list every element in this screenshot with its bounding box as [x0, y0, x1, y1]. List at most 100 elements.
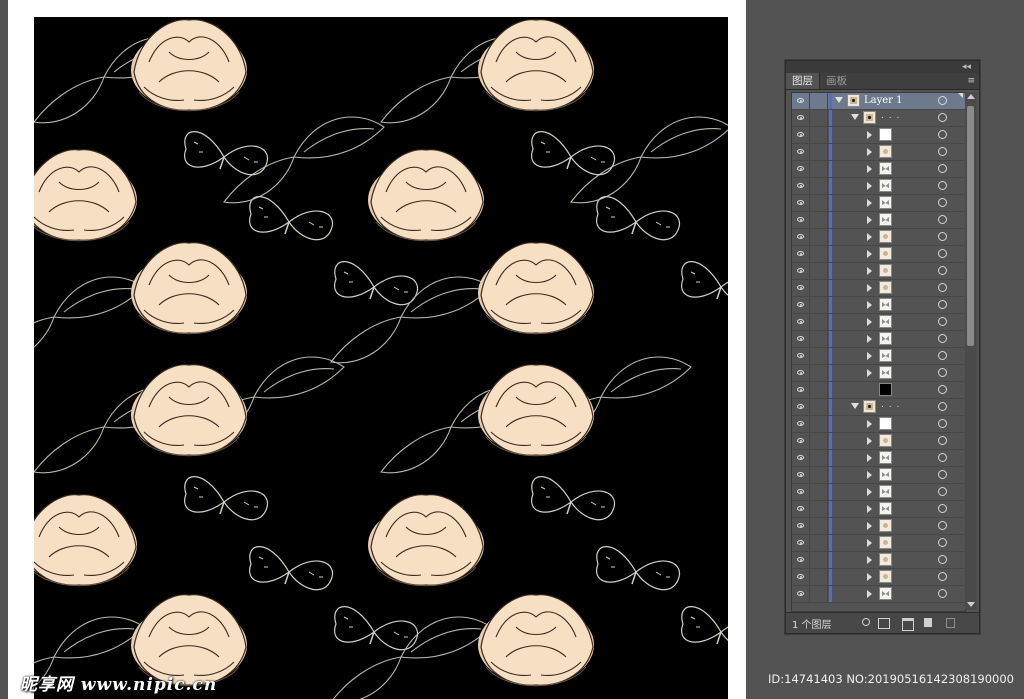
lock-toggle[interactable]: [810, 297, 828, 313]
target-circle-icon[interactable]: [938, 215, 947, 224]
path-row[interactable]: [792, 552, 965, 569]
lock-toggle[interactable]: [810, 552, 828, 568]
lock-toggle[interactable]: [810, 484, 828, 500]
target-circle-icon[interactable]: [938, 334, 947, 343]
expand-right-arrow-icon[interactable]: [867, 590, 872, 598]
target-circle-icon[interactable]: [938, 470, 947, 479]
target-circle-icon[interactable]: [938, 232, 947, 241]
lock-toggle[interactable]: [810, 314, 828, 330]
visibility-eye-icon[interactable]: [792, 314, 810, 330]
path-row[interactable]: [792, 331, 965, 348]
visibility-eye-icon[interactable]: [792, 161, 810, 177]
path-row[interactable]: [792, 229, 965, 246]
target-circle-icon[interactable]: [938, 402, 947, 411]
expand-right-arrow-icon[interactable]: [867, 505, 872, 513]
lock-toggle[interactable]: [810, 535, 828, 551]
visibility-eye-icon[interactable]: [792, 229, 810, 245]
lock-toggle[interactable]: [810, 246, 828, 262]
visibility-eye-icon[interactable]: [792, 433, 810, 449]
lock-toggle[interactable]: [810, 433, 828, 449]
lock-toggle[interactable]: [810, 382, 828, 398]
expand-right-arrow-icon[interactable]: [867, 454, 872, 462]
path-row[interactable]: [792, 416, 965, 433]
expand-right-arrow-icon[interactable]: [867, 471, 872, 479]
expand-right-arrow-icon[interactable]: [867, 165, 872, 173]
target-circle-icon[interactable]: [938, 96, 947, 105]
path-row[interactable]: [792, 297, 965, 314]
target-circle-icon[interactable]: [938, 504, 947, 513]
expand-right-arrow-icon[interactable]: [867, 318, 872, 326]
target-circle-icon[interactable]: [938, 538, 947, 547]
scroll-down-arrow-icon[interactable]: [967, 602, 975, 607]
lock-toggle[interactable]: [810, 195, 828, 211]
path-row[interactable]: [792, 518, 965, 535]
path-row[interactable]: [792, 586, 965, 603]
visibility-eye-icon[interactable]: [792, 467, 810, 483]
lock-toggle[interactable]: [810, 348, 828, 364]
layer-list-scrollbar[interactable]: [965, 92, 977, 610]
path-row[interactable]: [792, 348, 965, 365]
lock-toggle[interactable]: [810, 501, 828, 517]
lock-toggle[interactable]: [810, 110, 828, 126]
visibility-eye-icon[interactable]: [792, 382, 810, 398]
target-circle-icon[interactable]: [938, 147, 947, 156]
expand-down-arrow-icon[interactable]: [851, 403, 859, 409]
expand-right-arrow-icon[interactable]: [867, 182, 872, 190]
path-row[interactable]: [792, 263, 965, 280]
visibility-eye-icon[interactable]: [792, 518, 810, 534]
lock-toggle[interactable]: [810, 518, 828, 534]
layer-name[interactable]: . . .: [881, 400, 900, 410]
lock-toggle[interactable]: [810, 144, 828, 160]
clipping-mask-icon[interactable]: [878, 618, 890, 629]
expand-down-arrow-icon[interactable]: [851, 114, 859, 120]
expand-right-arrow-icon[interactable]: [867, 131, 872, 139]
group-row[interactable]: . . .: [792, 399, 965, 416]
lock-toggle[interactable]: [810, 161, 828, 177]
visibility-eye-icon[interactable]: [792, 144, 810, 160]
target-circle-icon[interactable]: [938, 130, 947, 139]
target-circle-icon[interactable]: [938, 453, 947, 462]
lock-toggle[interactable]: [810, 569, 828, 585]
path-row[interactable]: [792, 569, 965, 586]
layer-name[interactable]: . . .: [881, 111, 900, 121]
path-row[interactable]: [792, 382, 965, 399]
path-row[interactable]: [792, 246, 965, 263]
target-circle-icon[interactable]: [938, 181, 947, 190]
target-circle-icon[interactable]: [938, 300, 947, 309]
visibility-eye-icon[interactable]: [792, 297, 810, 313]
expand-right-arrow-icon[interactable]: [867, 488, 872, 496]
group-row[interactable]: . . .: [792, 110, 965, 127]
expand-right-arrow-icon[interactable]: [867, 522, 872, 530]
lock-toggle[interactable]: [810, 331, 828, 347]
target-circle-icon[interactable]: [938, 164, 947, 173]
path-row[interactable]: [792, 280, 965, 297]
visibility-eye-icon[interactable]: [792, 178, 810, 194]
lock-toggle[interactable]: [810, 93, 828, 109]
visibility-eye-icon[interactable]: [792, 416, 810, 432]
expand-right-arrow-icon[interactable]: [867, 369, 872, 377]
path-row[interactable]: [792, 144, 965, 161]
visibility-eye-icon[interactable]: [792, 501, 810, 517]
target-circle-icon[interactable]: [938, 283, 947, 292]
target-circle-icon[interactable]: [938, 555, 947, 564]
expand-down-arrow-icon[interactable]: [835, 97, 843, 103]
expand-right-arrow-icon[interactable]: [867, 573, 872, 581]
path-row[interactable]: [792, 161, 965, 178]
collapse-panel-icon[interactable]: ◂◂: [962, 61, 971, 73]
target-circle-icon[interactable]: [938, 368, 947, 377]
visibility-eye-icon[interactable]: [792, 569, 810, 585]
locate-object-icon[interactable]: [862, 618, 870, 626]
lock-toggle[interactable]: [810, 586, 828, 602]
expand-right-arrow-icon[interactable]: [867, 199, 872, 207]
new-layer-icon[interactable]: [924, 618, 932, 627]
visibility-eye-icon[interactable]: [792, 93, 810, 109]
target-circle-icon[interactable]: [938, 266, 947, 275]
target-circle-icon[interactable]: [938, 249, 947, 258]
expand-right-arrow-icon[interactable]: [867, 335, 872, 343]
expand-right-arrow-icon[interactable]: [867, 301, 872, 309]
path-row[interactable]: [792, 178, 965, 195]
target-circle-icon[interactable]: [938, 589, 947, 598]
lock-toggle[interactable]: [810, 263, 828, 279]
visibility-eye-icon[interactable]: [792, 365, 810, 381]
lock-toggle[interactable]: [810, 416, 828, 432]
